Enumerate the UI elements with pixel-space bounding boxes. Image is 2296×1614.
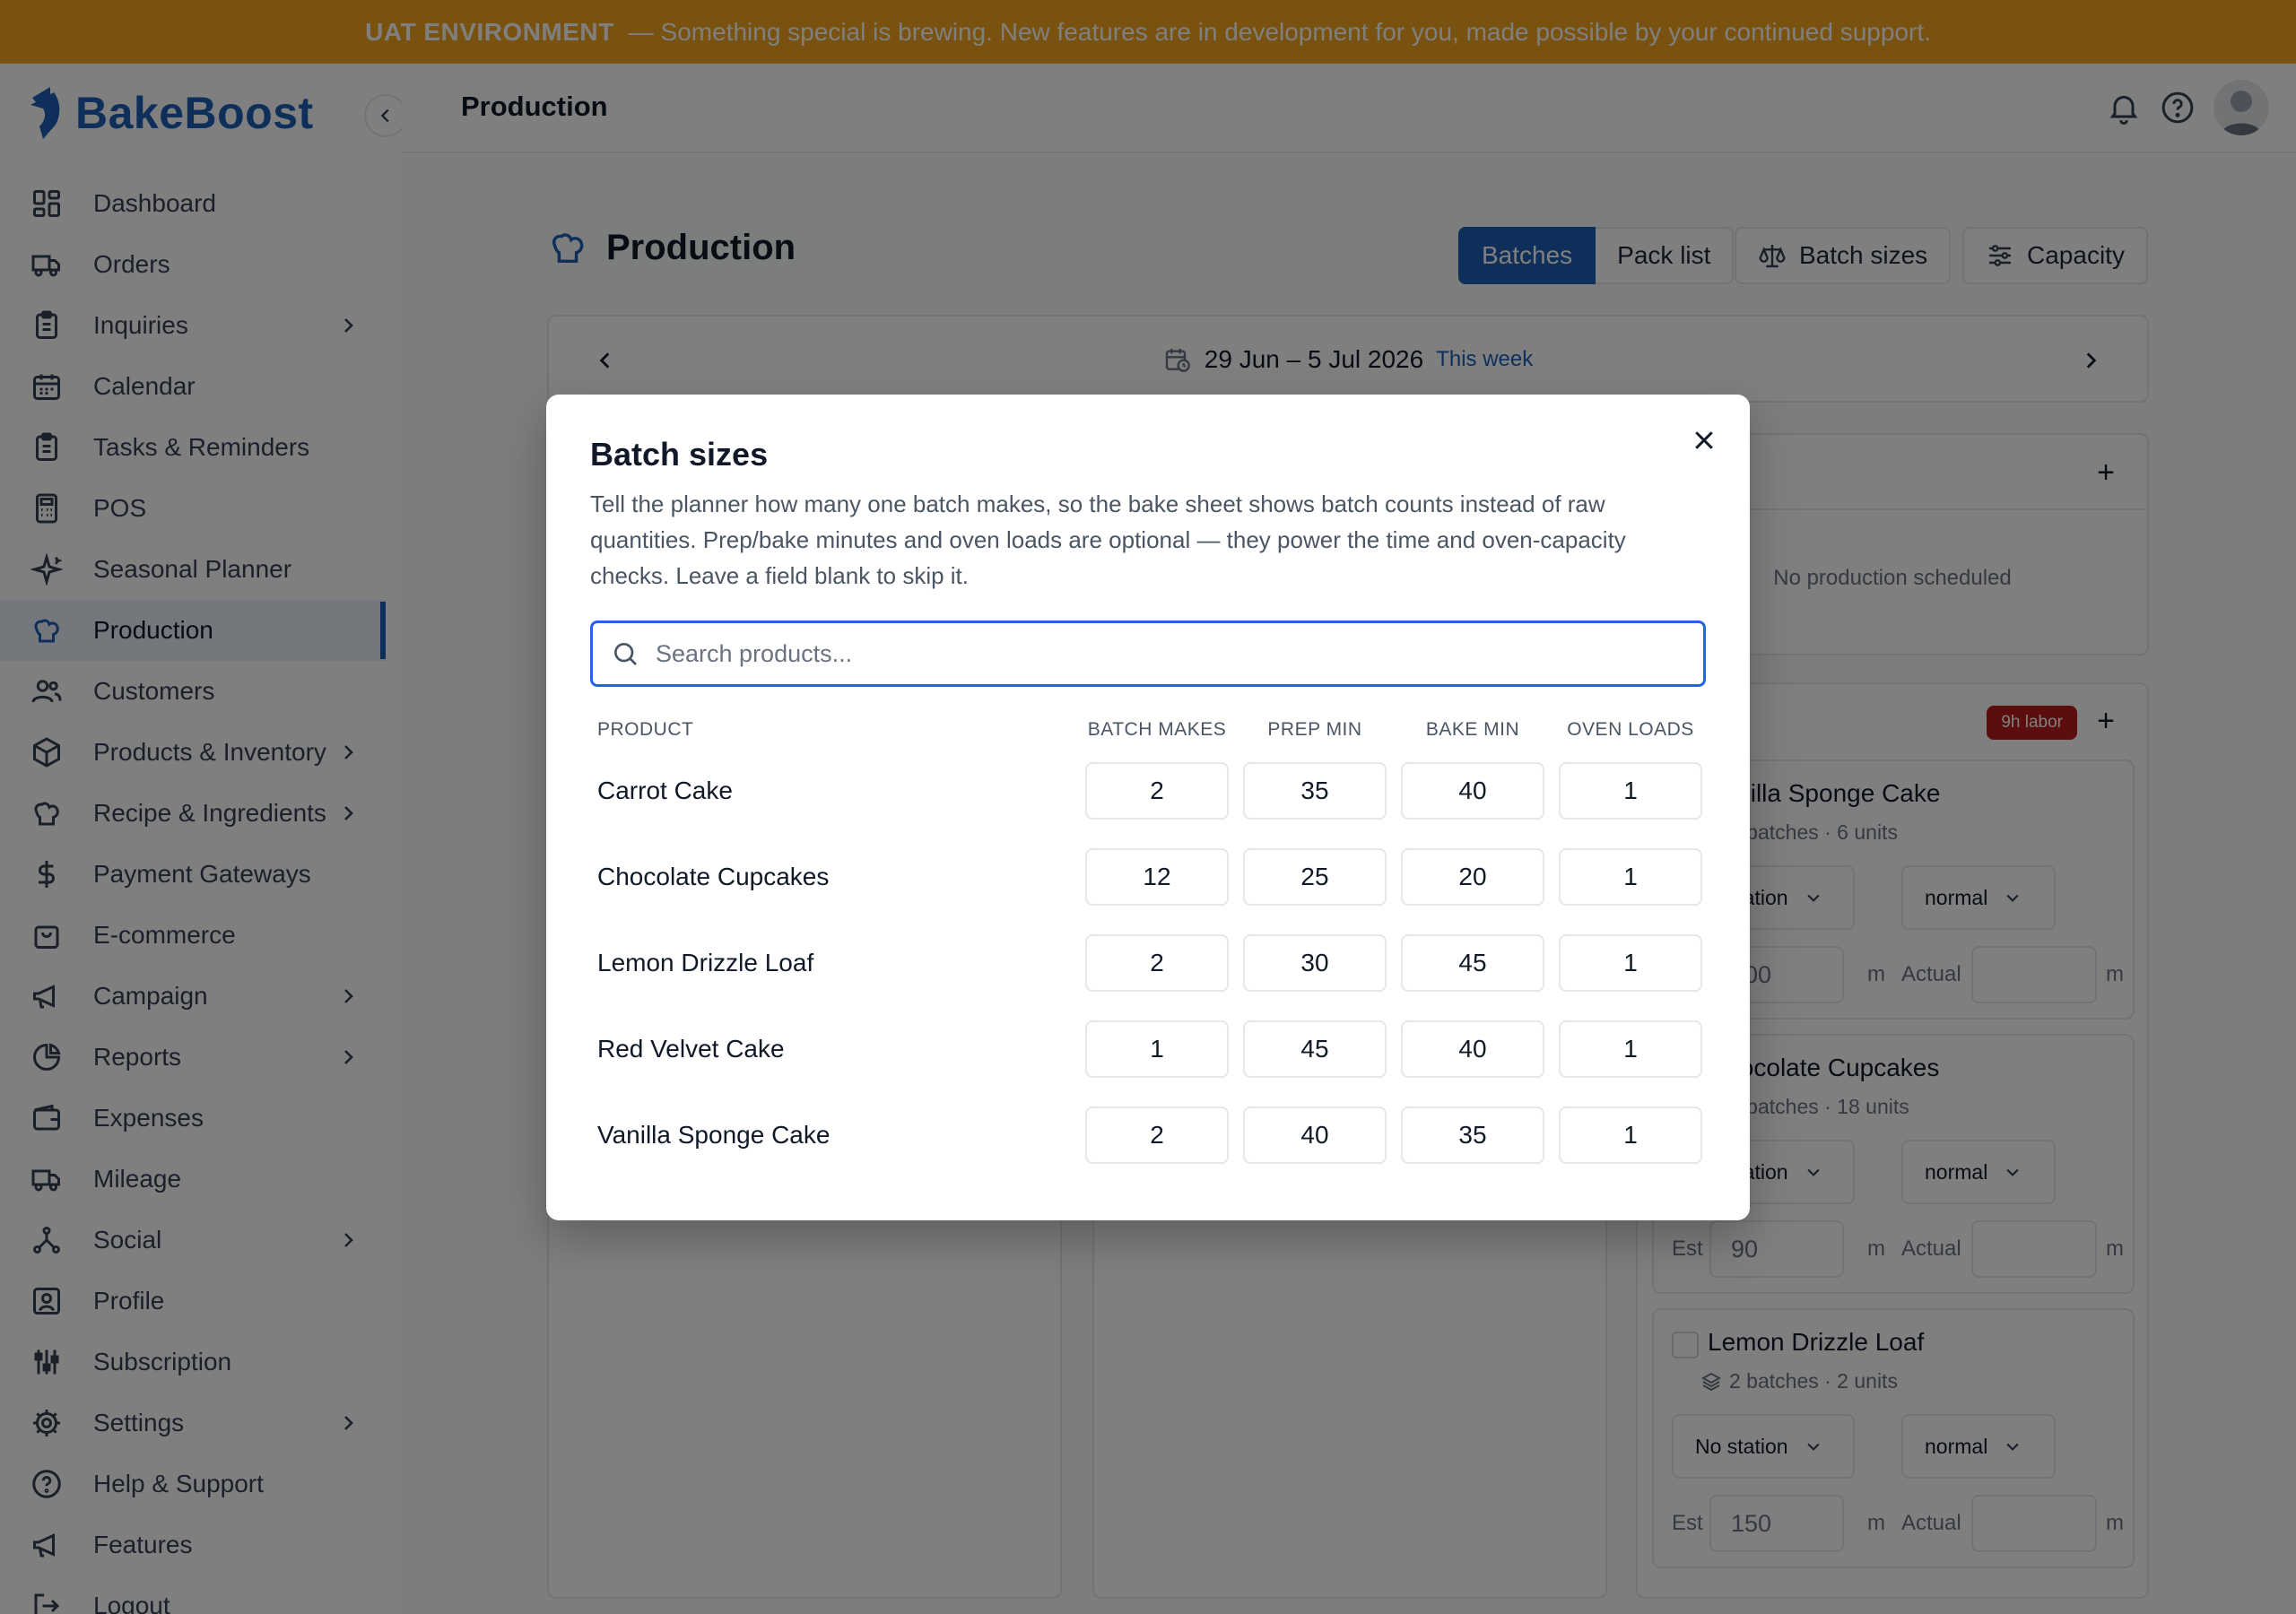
product-search[interactable] — [590, 620, 1706, 687]
oven-loads-input[interactable]: 1 — [1559, 1106, 1702, 1164]
prep-min-input[interactable]: 40 — [1243, 1106, 1387, 1164]
table-row: Chocolate Cupcakes 12 25 20 1 — [546, 848, 1750, 909]
bake-min-input[interactable]: 45 — [1401, 934, 1544, 992]
table-row: Lemon Drizzle Loaf 2 30 45 1 — [546, 934, 1750, 995]
batch-sizes-modal: Batch sizes Tell the planner how many on… — [546, 395, 1750, 1220]
batch-makes-input[interactable]: 2 — [1085, 762, 1229, 820]
table-row: Red Velvet Cake 1 45 40 1 — [546, 1020, 1750, 1081]
product-name: Carrot Cake — [597, 777, 733, 804]
product-name: Chocolate Cupcakes — [597, 863, 830, 890]
oven-loads-input[interactable]: 1 — [1559, 762, 1702, 820]
product-name: Vanilla Sponge Cake — [597, 1121, 831, 1149]
prep-min-input[interactable]: 35 — [1243, 762, 1387, 820]
batch-makes-input[interactable]: 2 — [1085, 934, 1229, 992]
bake-min-input[interactable]: 40 — [1401, 1020, 1544, 1078]
column-header: BAKE MIN — [1425, 719, 1520, 740]
prep-min-input[interactable]: 25 — [1243, 848, 1387, 906]
column-header: PREP MIN — [1267, 719, 1362, 740]
close-icon[interactable] — [1691, 427, 1718, 454]
column-header: OVEN LOADS — [1567, 719, 1694, 740]
oven-loads-input[interactable]: 1 — [1559, 1020, 1702, 1078]
modal-title: Batch sizes — [590, 436, 769, 473]
table-row: Carrot Cake 2 35 40 1 — [546, 762, 1750, 823]
bake-min-input[interactable]: 35 — [1401, 1106, 1544, 1164]
bake-min-input[interactable]: 20 — [1401, 848, 1544, 906]
table-row: Vanilla Sponge Cake 2 40 35 1 — [546, 1106, 1750, 1167]
batch-makes-input[interactable]: 1 — [1085, 1020, 1229, 1078]
product-name: Red Velvet Cake — [597, 1035, 785, 1063]
search-input[interactable] — [656, 639, 1642, 668]
bake-min-input[interactable]: 40 — [1401, 762, 1544, 820]
column-header: PRODUCT — [597, 719, 694, 740]
modal-description: Tell the planner how many one batch make… — [590, 490, 1626, 589]
oven-loads-input[interactable]: 1 — [1559, 848, 1702, 906]
prep-min-input[interactable]: 45 — [1243, 1020, 1387, 1078]
prep-min-input[interactable]: 30 — [1243, 934, 1387, 992]
search-icon — [614, 643, 637, 665]
column-header: BATCH MAKES — [1087, 719, 1227, 740]
batch-makes-input[interactable]: 12 — [1085, 848, 1229, 906]
product-name: Lemon Drizzle Loaf — [597, 949, 814, 976]
batch-makes-input[interactable]: 2 — [1085, 1106, 1229, 1164]
oven-loads-input[interactable]: 1 — [1559, 934, 1702, 992]
